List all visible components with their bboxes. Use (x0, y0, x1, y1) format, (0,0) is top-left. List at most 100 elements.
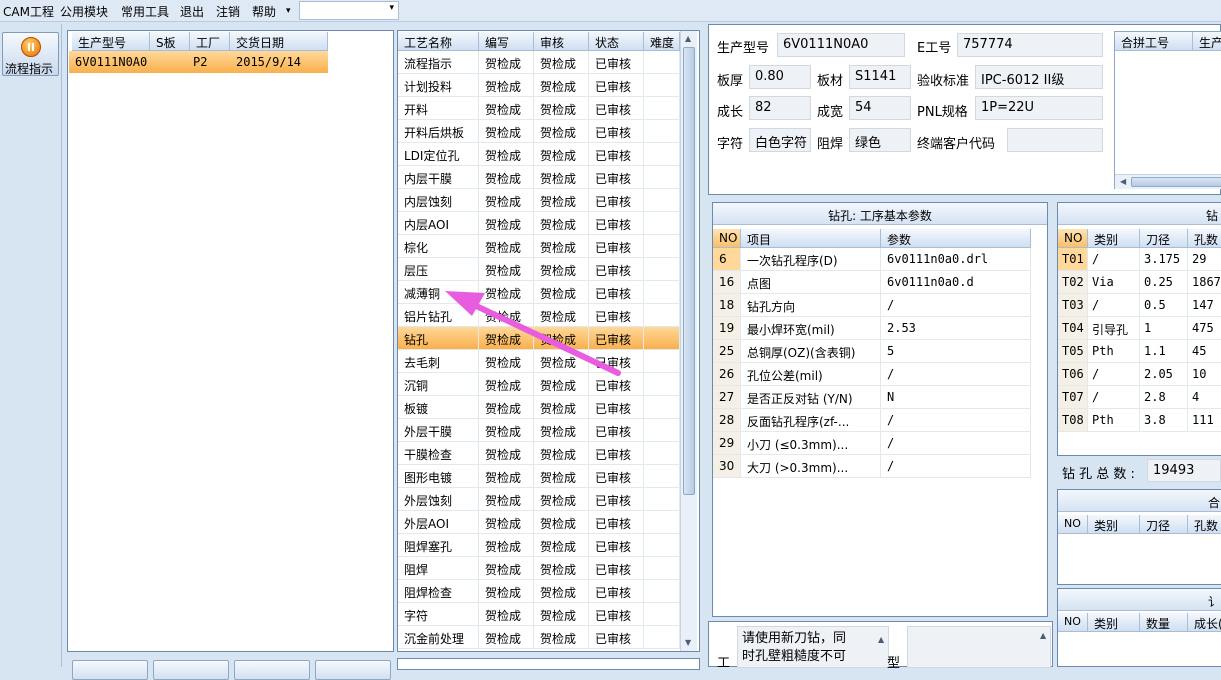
tool-diam-cell: 2.05 (1140, 363, 1188, 386)
drill-total-field[interactable]: 19493 (1147, 459, 1221, 482)
tool-no-cell: T06 (1058, 363, 1088, 386)
process-col-reviewer[interactable]: 审核 (534, 32, 589, 51)
merge-col-prod[interactable]: 生产 (1193, 32, 1221, 51)
process-writer-cell: 贺检成 (479, 97, 534, 120)
bottom-button-3[interactable] (234, 660, 310, 680)
process-name-cell: 外层干膜 (398, 419, 479, 442)
orders-col-date[interactable]: 交货日期 (230, 32, 328, 51)
merge-hscrollbar[interactable]: ◀ (1115, 174, 1221, 189)
process-reviewer-cell: 贺检成 (534, 258, 589, 281)
note-scroll-up-icon[interactable]: ▲ (878, 631, 884, 649)
flow-indicator-button[interactable]: 流程指示 (2, 32, 59, 76)
merge-hscroll-thumb[interactable] (1131, 177, 1221, 187)
process-name-cell: 层压 (398, 258, 479, 281)
orders-col-model[interactable]: 生产型号 (72, 32, 150, 51)
param-value-cell: / (881, 409, 1031, 432)
char-field[interactable]: 白色字符 (749, 128, 811, 152)
process-reviewer-cell: 贺检成 (534, 373, 589, 396)
bottom-button-4[interactable] (315, 660, 391, 680)
note-text-line2: 时孔壁粗糙度不可 (742, 649, 847, 664)
scroll-up-icon[interactable]: ▲ (685, 34, 691, 43)
process-col-difficulty[interactable]: 难度 (644, 32, 680, 51)
thickness-field[interactable]: 0.80 (749, 65, 811, 89)
sub2-col-qty[interactable]: 数量 (1140, 613, 1188, 632)
sub1-col-no[interactable]: NO (1058, 515, 1088, 534)
tool-count-cell: 29 (1188, 248, 1221, 271)
sub2-col-length[interactable]: 成长( (1188, 613, 1221, 632)
param-value-cell: 6v0111n0a0.drl (881, 248, 1031, 271)
menu-logout[interactable]: 注销 (216, 3, 240, 20)
process-scrollbar[interactable]: ▲ ▼ (680, 31, 697, 651)
pnl-field[interactable]: 1P=22U (975, 96, 1103, 120)
process-name-cell: 开料后烘板 (398, 120, 479, 143)
left-nav: 流程指示 (0, 24, 62, 667)
process-writer-cell: 贺检成 (479, 534, 534, 557)
customer-field[interactable] (1007, 128, 1103, 152)
process-name-cell: 外层AOI (398, 511, 479, 534)
params-col-item[interactable]: 项目 (741, 229, 881, 248)
type-scroll-up-icon[interactable]: ▲ (1040, 631, 1046, 640)
note-textbox[interactable]: 请使用新刀钻，同 时孔壁粗糙度不可 ▲ (737, 626, 889, 668)
orders-col-s[interactable]: S板 (150, 32, 190, 51)
process-writer-cell: 贺检成 (479, 603, 534, 626)
sub-panel-2: 讠 NO 类别 数量 成长( (1057, 588, 1221, 667)
material-field[interactable]: S1141 (849, 65, 911, 89)
param-value-cell: / (881, 294, 1031, 317)
mask-label: 阻焊 (817, 137, 844, 152)
menu-common-tools[interactable]: 常用工具 (121, 3, 169, 20)
sub1-col-type[interactable]: 类别 (1088, 515, 1140, 534)
process-col-name[interactable]: 工艺名称 (398, 32, 479, 51)
process-name-cell: 外层蚀刻 (398, 488, 479, 511)
params-col-value[interactable]: 参数 (881, 229, 1031, 248)
standard-field[interactable]: IPC-6012 II级 (975, 65, 1103, 89)
params-col-no[interactable]: NO (713, 229, 741, 248)
process-writer-cell: 贺检成 (479, 189, 534, 212)
process-status-cell: 已审核 (589, 534, 644, 557)
bottom-button-2[interactable] (153, 660, 229, 680)
orders-col-factory[interactable]: 工厂 (190, 32, 230, 51)
process-reviewer-cell: 贺检成 (534, 350, 589, 373)
width-field[interactable]: 54 (849, 96, 911, 120)
process-col-status[interactable]: 状态 (589, 32, 644, 51)
eng-no-field[interactable]: 757774 (957, 33, 1103, 57)
tools-col-no[interactable]: NO (1058, 229, 1088, 248)
process-status-cell: 已审核 (589, 419, 644, 442)
param-value-cell: / (881, 432, 1031, 455)
mask-field[interactable]: 绿色 (849, 128, 911, 152)
standard-label: 验收标准 (917, 74, 970, 89)
menu-help[interactable]: 帮助 (252, 3, 276, 20)
process-difficulty-cell (644, 373, 680, 396)
process-difficulty-cell (644, 235, 680, 258)
bottom-button-1[interactable] (72, 660, 148, 680)
tool-count-cell: 475 (1188, 317, 1221, 340)
type-textbox[interactable]: ▲ (907, 626, 1051, 668)
tools-col-count[interactable]: 孔数 (1188, 229, 1221, 248)
length-field[interactable]: 82 (749, 96, 811, 120)
merge-col-no[interactable]: 合拼工号 (1115, 32, 1193, 51)
sub1-col-diam[interactable]: 刀径 (1140, 515, 1188, 534)
sub1-col-count[interactable]: 孔数 (1188, 515, 1221, 534)
tools-col-type[interactable]: 类别 (1088, 229, 1140, 248)
bottom-input[interactable] (397, 658, 700, 670)
tool-count-cell: 147 (1188, 294, 1221, 317)
toolbar-combo[interactable]: ▾ (299, 1, 399, 20)
tools-col-diam[interactable]: 刀径 (1140, 229, 1188, 248)
menu-exit[interactable]: 退出 (180, 3, 204, 20)
tool-count-cell: 4 (1188, 386, 1221, 409)
chevron-down-icon[interactable]: ▾ (389, 3, 394, 13)
scroll-thumb[interactable] (683, 47, 695, 495)
scroll-left-icon[interactable]: ◀ (1120, 177, 1126, 186)
prod-model-field[interactable]: 6V0111N0A0 (777, 33, 905, 57)
tool-diam-cell: 3.8 (1140, 409, 1188, 432)
menu-common-modules[interactable]: 公用模块 (60, 3, 108, 20)
process-difficulty-cell (644, 442, 680, 465)
sub2-col-no[interactable]: NO (1058, 613, 1088, 632)
sub2-col-type[interactable]: 类别 (1088, 613, 1140, 632)
scroll-down-icon[interactable]: ▼ (685, 638, 691, 647)
menu-cam[interactable]: CAM工程 (3, 3, 54, 20)
order-s-cell (150, 51, 190, 73)
process-col-writer[interactable]: 编写 (479, 32, 534, 51)
process-difficulty-cell (644, 488, 680, 511)
process-difficulty-cell (644, 258, 680, 281)
help-dropdown-icon[interactable]: ▾ (286, 6, 291, 16)
